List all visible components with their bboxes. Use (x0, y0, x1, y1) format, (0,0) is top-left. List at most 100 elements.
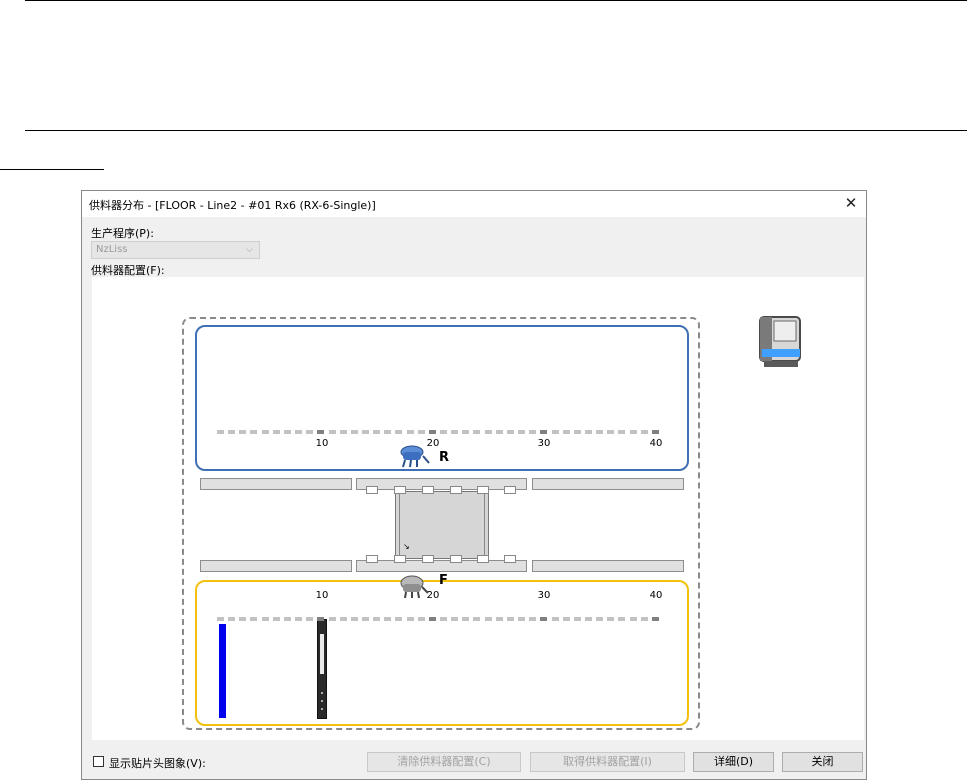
clear-feeder-config-button[interactable]: 清除供料器配置(C) (367, 752, 521, 772)
front-slot-26[interactable] (495, 617, 503, 621)
front-slot-38[interactable] (629, 617, 637, 621)
front-slot-34[interactable] (584, 617, 592, 621)
rear-slot-10[interactable] (317, 430, 325, 434)
rear-slot-40[interactable] (651, 430, 659, 434)
front-slot-16[interactable] (384, 617, 392, 621)
front-slot-1[interactable] (217, 617, 224, 621)
rear-slot-35[interactable] (596, 430, 604, 434)
front-slot-13[interactable] (350, 617, 358, 621)
rear-slot-38[interactable] (629, 430, 637, 434)
rear-slot-1[interactable] (217, 430, 224, 434)
front-head-label: F (439, 573, 448, 588)
front-slot-14[interactable] (361, 617, 369, 621)
rear-slot-17[interactable] (395, 430, 403, 434)
program-select[interactable]: NzLiss ⌵ (91, 241, 260, 259)
front-slot-31[interactable] (551, 617, 559, 621)
rear-slot-13[interactable] (350, 430, 358, 434)
chevron-down-icon: ⌵ (246, 245, 253, 255)
rear-slot-5[interactable] (261, 430, 269, 434)
front-slot-2[interactable] (228, 617, 236, 621)
front-slot-3[interactable] (239, 617, 247, 621)
conveyor-rail-upper-left (200, 478, 352, 490)
rear-slot-22[interactable] (451, 430, 459, 434)
front-slot-6[interactable] (272, 617, 280, 621)
rear-slot-39[interactable] (640, 430, 648, 434)
rear-slot-28[interactable] (518, 430, 526, 434)
front-slot-10[interactable] (317, 617, 325, 621)
front-slot-4[interactable] (250, 617, 258, 621)
placement-head-icon (400, 445, 430, 468)
rear-slot-19[interactable] (417, 430, 425, 434)
front-slot-32[interactable] (562, 617, 570, 621)
front-slot-9[interactable] (306, 617, 314, 621)
rear-slot-20[interactable] (428, 430, 436, 434)
rear-slot-27[interactable] (506, 430, 514, 434)
show-head-image-checkbox[interactable] (93, 756, 104, 767)
front-slot-12[interactable] (339, 617, 347, 621)
rear-slot-7[interactable] (283, 430, 291, 434)
rear-slot-2[interactable] (228, 430, 236, 434)
close-button[interactable]: 关闭 (782, 752, 863, 772)
front-slot-23[interactable] (462, 617, 470, 621)
front-slot-36[interactable] (607, 617, 615, 621)
rear-slot-18[interactable] (406, 430, 414, 434)
rear-slot-37[interactable] (618, 430, 626, 434)
rear-slot-36[interactable] (607, 430, 615, 434)
rear-slot-31[interactable] (551, 430, 559, 434)
front-slot-28[interactable] (518, 617, 526, 621)
rear-slot-12[interactable] (339, 430, 347, 434)
rear-slot-8[interactable] (295, 430, 303, 434)
rear-slot-30[interactable] (540, 430, 548, 434)
conveyor-clamp-upper-3 (422, 486, 434, 494)
front-slot-24[interactable] (473, 617, 481, 621)
front-slot-5[interactable] (261, 617, 269, 621)
front-slot-17[interactable] (395, 617, 403, 621)
front-slot-39[interactable] (640, 617, 648, 621)
rear-slot-14[interactable] (361, 430, 369, 434)
feeder-bank-slot-1[interactable] (219, 624, 226, 718)
get-feeder-config-button[interactable]: 取得供料器配置(I) (530, 752, 685, 772)
rear-slot-34[interactable] (584, 430, 592, 434)
front-slot-40[interactable] (651, 617, 659, 621)
front-slot-22[interactable] (451, 617, 459, 621)
front-tick-10: 10 (315, 590, 329, 601)
rear-slot-4[interactable] (250, 430, 258, 434)
front-slot-20[interactable] (428, 617, 436, 621)
close-icon[interactable]: ✕ (840, 194, 862, 214)
rear-slot-3[interactable] (239, 430, 247, 434)
rear-slot-26[interactable] (495, 430, 503, 434)
front-slot-30[interactable] (540, 617, 548, 621)
rear-slot-9[interactable] (306, 430, 314, 434)
rear-slot-15[interactable] (373, 430, 381, 434)
feeder-layout-canvas[interactable]: 10 20 30 40 10 20 30 40 R ↘ F (92, 277, 864, 740)
front-slot-8[interactable] (295, 617, 303, 621)
tape-feeder-slot-10[interactable] (317, 619, 327, 719)
rear-slot-32[interactable] (562, 430, 570, 434)
feeder-config-label: 供料器配置(F): (91, 264, 165, 277)
front-slot-35[interactable] (596, 617, 604, 621)
rear-slot-16[interactable] (384, 430, 392, 434)
front-slot-29[interactable] (529, 617, 537, 621)
front-slot-37[interactable] (618, 617, 626, 621)
front-slot-33[interactable] (573, 617, 581, 621)
rear-slot-29[interactable] (529, 430, 537, 434)
rear-slot-21[interactable] (440, 430, 447, 434)
front-slot-19[interactable] (417, 617, 425, 621)
front-slot-11[interactable] (328, 617, 336, 621)
rear-slot-23[interactable] (462, 430, 470, 434)
conveyor-clamp-lower-3 (422, 555, 434, 563)
front-slot-7[interactable] (283, 617, 291, 621)
detail-button[interactable]: 详细(D) (693, 752, 774, 772)
title-bar[interactable]: 供料器分布 - [FLOOR - Line2 - #01 Rx6 (RX-6-S… (82, 191, 866, 217)
front-slot-27[interactable] (506, 617, 514, 621)
rear-slot-33[interactable] (573, 430, 581, 434)
front-slot-25[interactable] (484, 617, 492, 621)
rear-slot-24[interactable] (473, 430, 481, 434)
front-slot-15[interactable] (373, 617, 381, 621)
rear-slot-6[interactable] (272, 430, 280, 434)
rear-slot-11[interactable] (328, 430, 336, 434)
front-slot-18[interactable] (406, 617, 414, 621)
front-feeder-table[interactable] (195, 580, 689, 726)
rear-slot-25[interactable] (484, 430, 492, 434)
front-slot-21[interactable] (440, 617, 447, 621)
